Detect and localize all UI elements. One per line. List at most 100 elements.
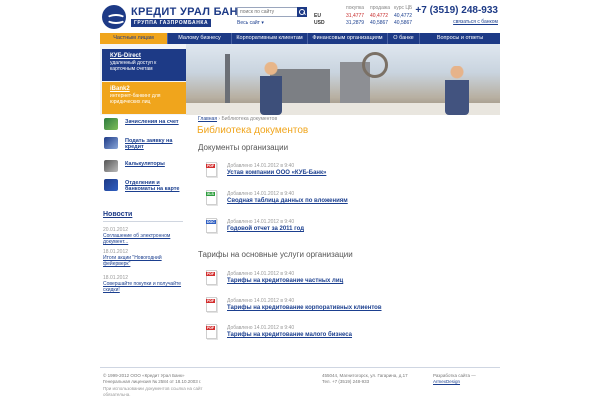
news-link[interactable]: Соглашение об электронном документ... [103, 233, 183, 245]
file-type-badge: XLS [206, 192, 215, 196]
news-link[interactable]: Итоги акции "Новогодний фейерверк" [103, 255, 183, 267]
search-scope-select[interactable]: Весь сайт ▾ [237, 20, 264, 26]
sidebar-link-label: Отделения и банкоматы на карте [125, 180, 180, 192]
footer-developer: Разработка сайта — ArmexDesign [433, 373, 499, 385]
atm-icon [104, 179, 118, 191]
news-item: 20.01.2012 Соглашение об электронном док… [103, 227, 183, 245]
rates-header-cb: курс ЦБ [394, 5, 413, 11]
rate-currency: USD [314, 20, 325, 26]
breadcrumb-separator: › [218, 116, 221, 122]
document-link[interactable]: Устав компании ООО «КУБ-Банк» [227, 170, 326, 176]
footer-legal: © 1999-2012 ООО «Кредит Урал Банк» Генер… [103, 373, 223, 398]
search-box [237, 7, 307, 17]
file-type-badge: PDF [206, 299, 215, 303]
banner-worker-image [260, 62, 282, 115]
nav-item-faq[interactable]: Вопросы и ответы [420, 33, 500, 44]
document-item: PDF Добавлено 14.01.2012 в 9:40 Тарифы н… [206, 297, 466, 317]
file-type-badge: DOC [206, 220, 216, 224]
file-type-badge: PDF [206, 164, 215, 168]
footer-address: 455044, Магнитогорск, ул. Гагарина, д.17… [322, 373, 432, 385]
nav-item-small-business[interactable]: Малому бизнесу [168, 33, 232, 44]
footer-divider [100, 367, 500, 368]
rates-header-sell: продажа [370, 5, 390, 11]
news-item: 18.01.2012 Совершайте покупки и получайт… [103, 275, 183, 293]
footer-note: При использовании документов ссылка на с… [103, 386, 203, 397]
card-icon [104, 137, 118, 149]
sidebar-link-calculators[interactable]: Калькуляторы [102, 160, 186, 174]
breadcrumb: Главная › Библиотека документов [198, 116, 277, 122]
sidebar-link-label: Подать заявку на кредит [125, 138, 173, 150]
phone-number: +7 (3519) 248-933 [415, 5, 498, 16]
document-item: PDF Добавлено 14.01.2012 в 9:40 Тарифы н… [206, 270, 466, 290]
document-date: Добавлено 14.01.2012 в 9:40 [227, 271, 295, 277]
developer-link[interactable]: ArmexDesign [433, 379, 499, 385]
document-link[interactable]: Годовой отчет за 2011 год [227, 226, 304, 232]
promo-panel: КУБ-Direct удаленный доступ к карточным … [100, 44, 186, 115]
sidebar-link-label: Калькуляторы [125, 161, 165, 167]
sidebar-link-map[interactable]: Отделения и банкоматы на карте [102, 179, 186, 195]
promo-text: удаленный доступ к карточным счетам [110, 60, 157, 72]
nav-item-about[interactable]: О банке [388, 33, 420, 44]
logo[interactable]: КРЕДИТ УРАЛ БАНК ГРУППА ГАЗПРОМБАНКА [102, 5, 245, 29]
document-link[interactable]: Сводная таблица данных по вложениям [227, 198, 348, 204]
pdf-file-icon: PDF [206, 324, 217, 339]
document-date: Добавлено 14.01.2012 в 9:40 [227, 219, 295, 225]
pdf-file-icon: PDF [206, 297, 217, 312]
document-date: Добавлено 14.01.2012 в 9:40 [227, 325, 295, 331]
nav-item-private[interactable]: Частным лицам [100, 33, 168, 44]
sidebar-link-credit-request[interactable]: Подать заявку на кредит [102, 137, 186, 153]
file-type-badge: PDF [206, 326, 215, 330]
document-date: Добавлено 14.01.2012 в 9:40 [227, 298, 295, 304]
promo-kub-direct[interactable]: КУБ-Direct удаленный доступ к карточным … [102, 49, 186, 81]
document-link[interactable]: Тарифы на кредитование частных лиц [227, 278, 343, 284]
footer-license: Генеральная лицензия № 2584 от 18.10.200… [103, 379, 202, 384]
currency-rates: покупка продажа курс ЦБ EU 31,4777 40,47… [310, 5, 420, 31]
document-link[interactable]: Тарифы на кредитование малого бизнеса [227, 332, 352, 338]
group-name: ГРУППА ГАЗПРОМБАНКА [131, 19, 212, 27]
pdf-file-icon: PDF [206, 270, 217, 285]
rate-currency: EU [314, 13, 321, 19]
bank-logo-icon [102, 5, 126, 29]
rate-sell: 40,4772 [370, 13, 389, 19]
rate-buy: 31,2879 [346, 20, 365, 26]
page: КРЕДИТ УРАЛ БАНК ГРУППА ГАЗПРОМБАНКА Вес… [0, 0, 600, 412]
main-nav: Частным лицам Малому бизнесу Корпоративн… [100, 33, 500, 44]
chevron-down-icon: ▾ [261, 20, 264, 26]
contact-bank-link[interactable]: связаться с банком [453, 19, 498, 25]
sidebar-link-label: Зачисления на счет [125, 119, 179, 125]
footer-phone: Тел. +7 (3519) 248-933 [322, 379, 370, 384]
promo-text: интернет-банкинг для юридических лиц [110, 93, 161, 105]
header: КРЕДИТ УРАЛ БАНК ГРУППА ГАЗПРОМБАНКА Вес… [100, 5, 500, 31]
file-type-badge: PDF [206, 272, 215, 276]
nav-item-corporate[interactable]: Корпоративным клиентам [232, 33, 308, 44]
rate-buy: 31,4777 [346, 13, 365, 19]
news-heading[interactable]: Новости [103, 211, 132, 218]
document-date: Добавлено 14.01.2012 в 9:40 [227, 191, 295, 197]
document-link[interactable]: Тарифы на кредитование корпоративных кли… [227, 305, 382, 311]
banner: КУБ-Direct удаленный доступ к карточным … [100, 44, 500, 115]
page-title: Библиотека документов [197, 125, 309, 136]
search-icon[interactable] [297, 7, 307, 17]
section-title: Документы организации [198, 143, 289, 152]
document-item: PDF Добавлено 14.01.2012 в 9:40 Тарифы н… [206, 324, 466, 344]
search-input[interactable] [238, 8, 296, 16]
promo-ibank2[interactable]: iBank2 интернет-банкинг для юридических … [102, 82, 186, 114]
sidebar-link-deposit[interactable]: Зачисления на счет [102, 118, 186, 132]
section-title: Тарифы на основные услуги организации [198, 250, 353, 259]
banner-image [362, 52, 388, 78]
breadcrumb-home[interactable]: Главная [198, 116, 217, 122]
document-item: DOC Добавлено 14.01.2012 в 9:40 Годовой … [206, 218, 466, 238]
document-item: PDF Добавлено 14.01.2012 в 9:40 Устав ко… [206, 162, 466, 182]
calculator-icon [104, 160, 118, 172]
divider [103, 221, 183, 222]
promo-title: iBank2 [110, 86, 130, 92]
document-item: XLS Добавлено 14.01.2012 в 9:40 Сводная … [206, 190, 466, 210]
news-link[interactable]: Совершайте покупки и получайте скидки! [103, 281, 183, 293]
nav-item-financial[interactable]: Финансовым организациям [308, 33, 388, 44]
doc-file-icon: DOC [206, 218, 217, 233]
document-date: Добавлено 14.01.2012 в 9:40 [227, 163, 295, 169]
rate-cb: 40,4772 [394, 13, 413, 19]
search-scope-label: Весь сайт [237, 20, 260, 26]
pdf-file-icon: PDF [206, 162, 217, 177]
breadcrumb-current: Библиотека документов [221, 116, 278, 122]
